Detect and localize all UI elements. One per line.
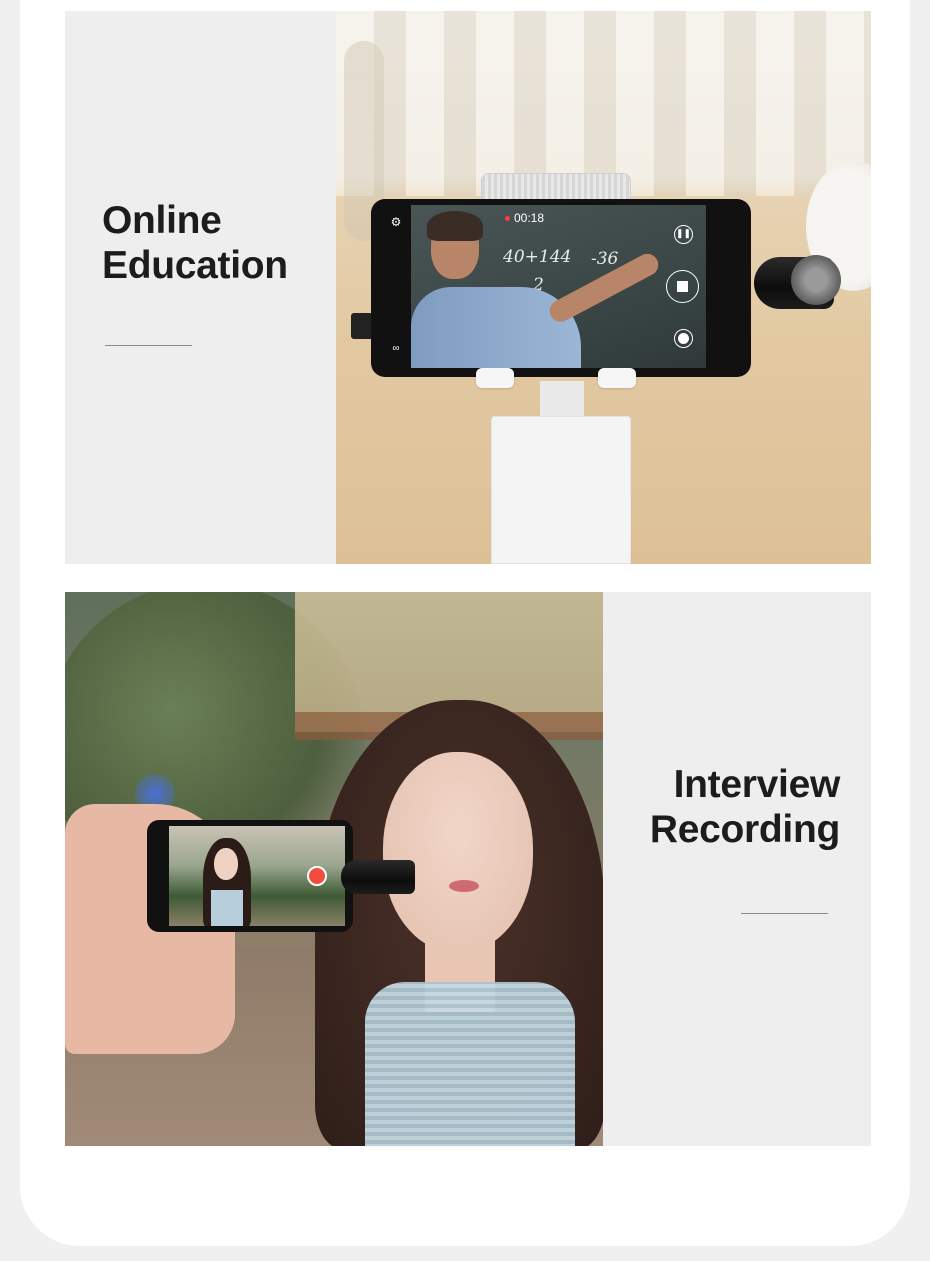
smartphone: 40+144 2 -36 2 00:18 ❚❚ ⚙ ∞ (371, 199, 751, 377)
phone-screen-lecture: 40+144 2 -36 2 00:18 ❚❚ (411, 205, 706, 368)
stop-icon[interactable] (666, 270, 699, 303)
interviewee-top (365, 982, 575, 1146)
filter-icon[interactable]: ∞ (389, 343, 403, 354)
phone-stand (491, 416, 631, 564)
interview-recording-text-panel: Interview Recording (603, 592, 871, 1146)
phone-screen-interview (169, 826, 345, 926)
interview-recording-title-line1: Interview (673, 763, 841, 806)
interviewee-face (383, 752, 533, 952)
pause-icon[interactable]: ❚❚ (674, 225, 693, 244)
screen-subject-face (214, 848, 238, 880)
smartphone-handheld (147, 820, 353, 932)
pause-glyph: ❚❚ (675, 228, 692, 238)
shutter-glyph (678, 333, 689, 344)
online-education-photo: 40+144 2 -36 2 00:18 ❚❚ ⚙ ∞ (336, 11, 871, 564)
chalk-equation-top: 40+144 (503, 247, 572, 267)
interview-recording-title: Interview Recording (650, 762, 840, 852)
recording-time: 00:18 (514, 211, 545, 225)
microphone-mesh-grille (791, 255, 841, 305)
teacher-hair (427, 211, 483, 241)
online-education-title-line1: Online (102, 199, 222, 242)
screen-subject-top (211, 890, 243, 926)
phone-holder-bottom-clip-right (598, 368, 636, 388)
teacher-shirt (411, 287, 581, 368)
interviewee-lips (449, 880, 479, 892)
online-education-text-panel: Online Education (65, 11, 336, 564)
interview-recording-title-line2: Recording (649, 808, 840, 851)
online-education-divider (105, 345, 192, 346)
shutter-icon[interactable] (674, 329, 693, 348)
online-education-title: Online Education (102, 198, 288, 288)
interview-recording-divider (741, 913, 828, 914)
chalk-equation-right: -36 (591, 249, 619, 269)
online-education-title-line2: Education (102, 244, 288, 287)
recording-timer: 00:18 (505, 211, 544, 225)
usb-adapter (351, 313, 373, 339)
curtain-backdrop (336, 11, 871, 196)
phone-stand-neck (540, 381, 584, 421)
external-microphone-handheld (341, 860, 415, 894)
stop-glyph (677, 281, 688, 292)
settings-icon[interactable]: ⚙ (389, 215, 403, 229)
recording-dot-icon (505, 216, 510, 222)
record-icon[interactable] (307, 866, 327, 886)
phone-holder-bottom-clip-left (476, 368, 514, 388)
interview-recording-photo (65, 592, 603, 1146)
